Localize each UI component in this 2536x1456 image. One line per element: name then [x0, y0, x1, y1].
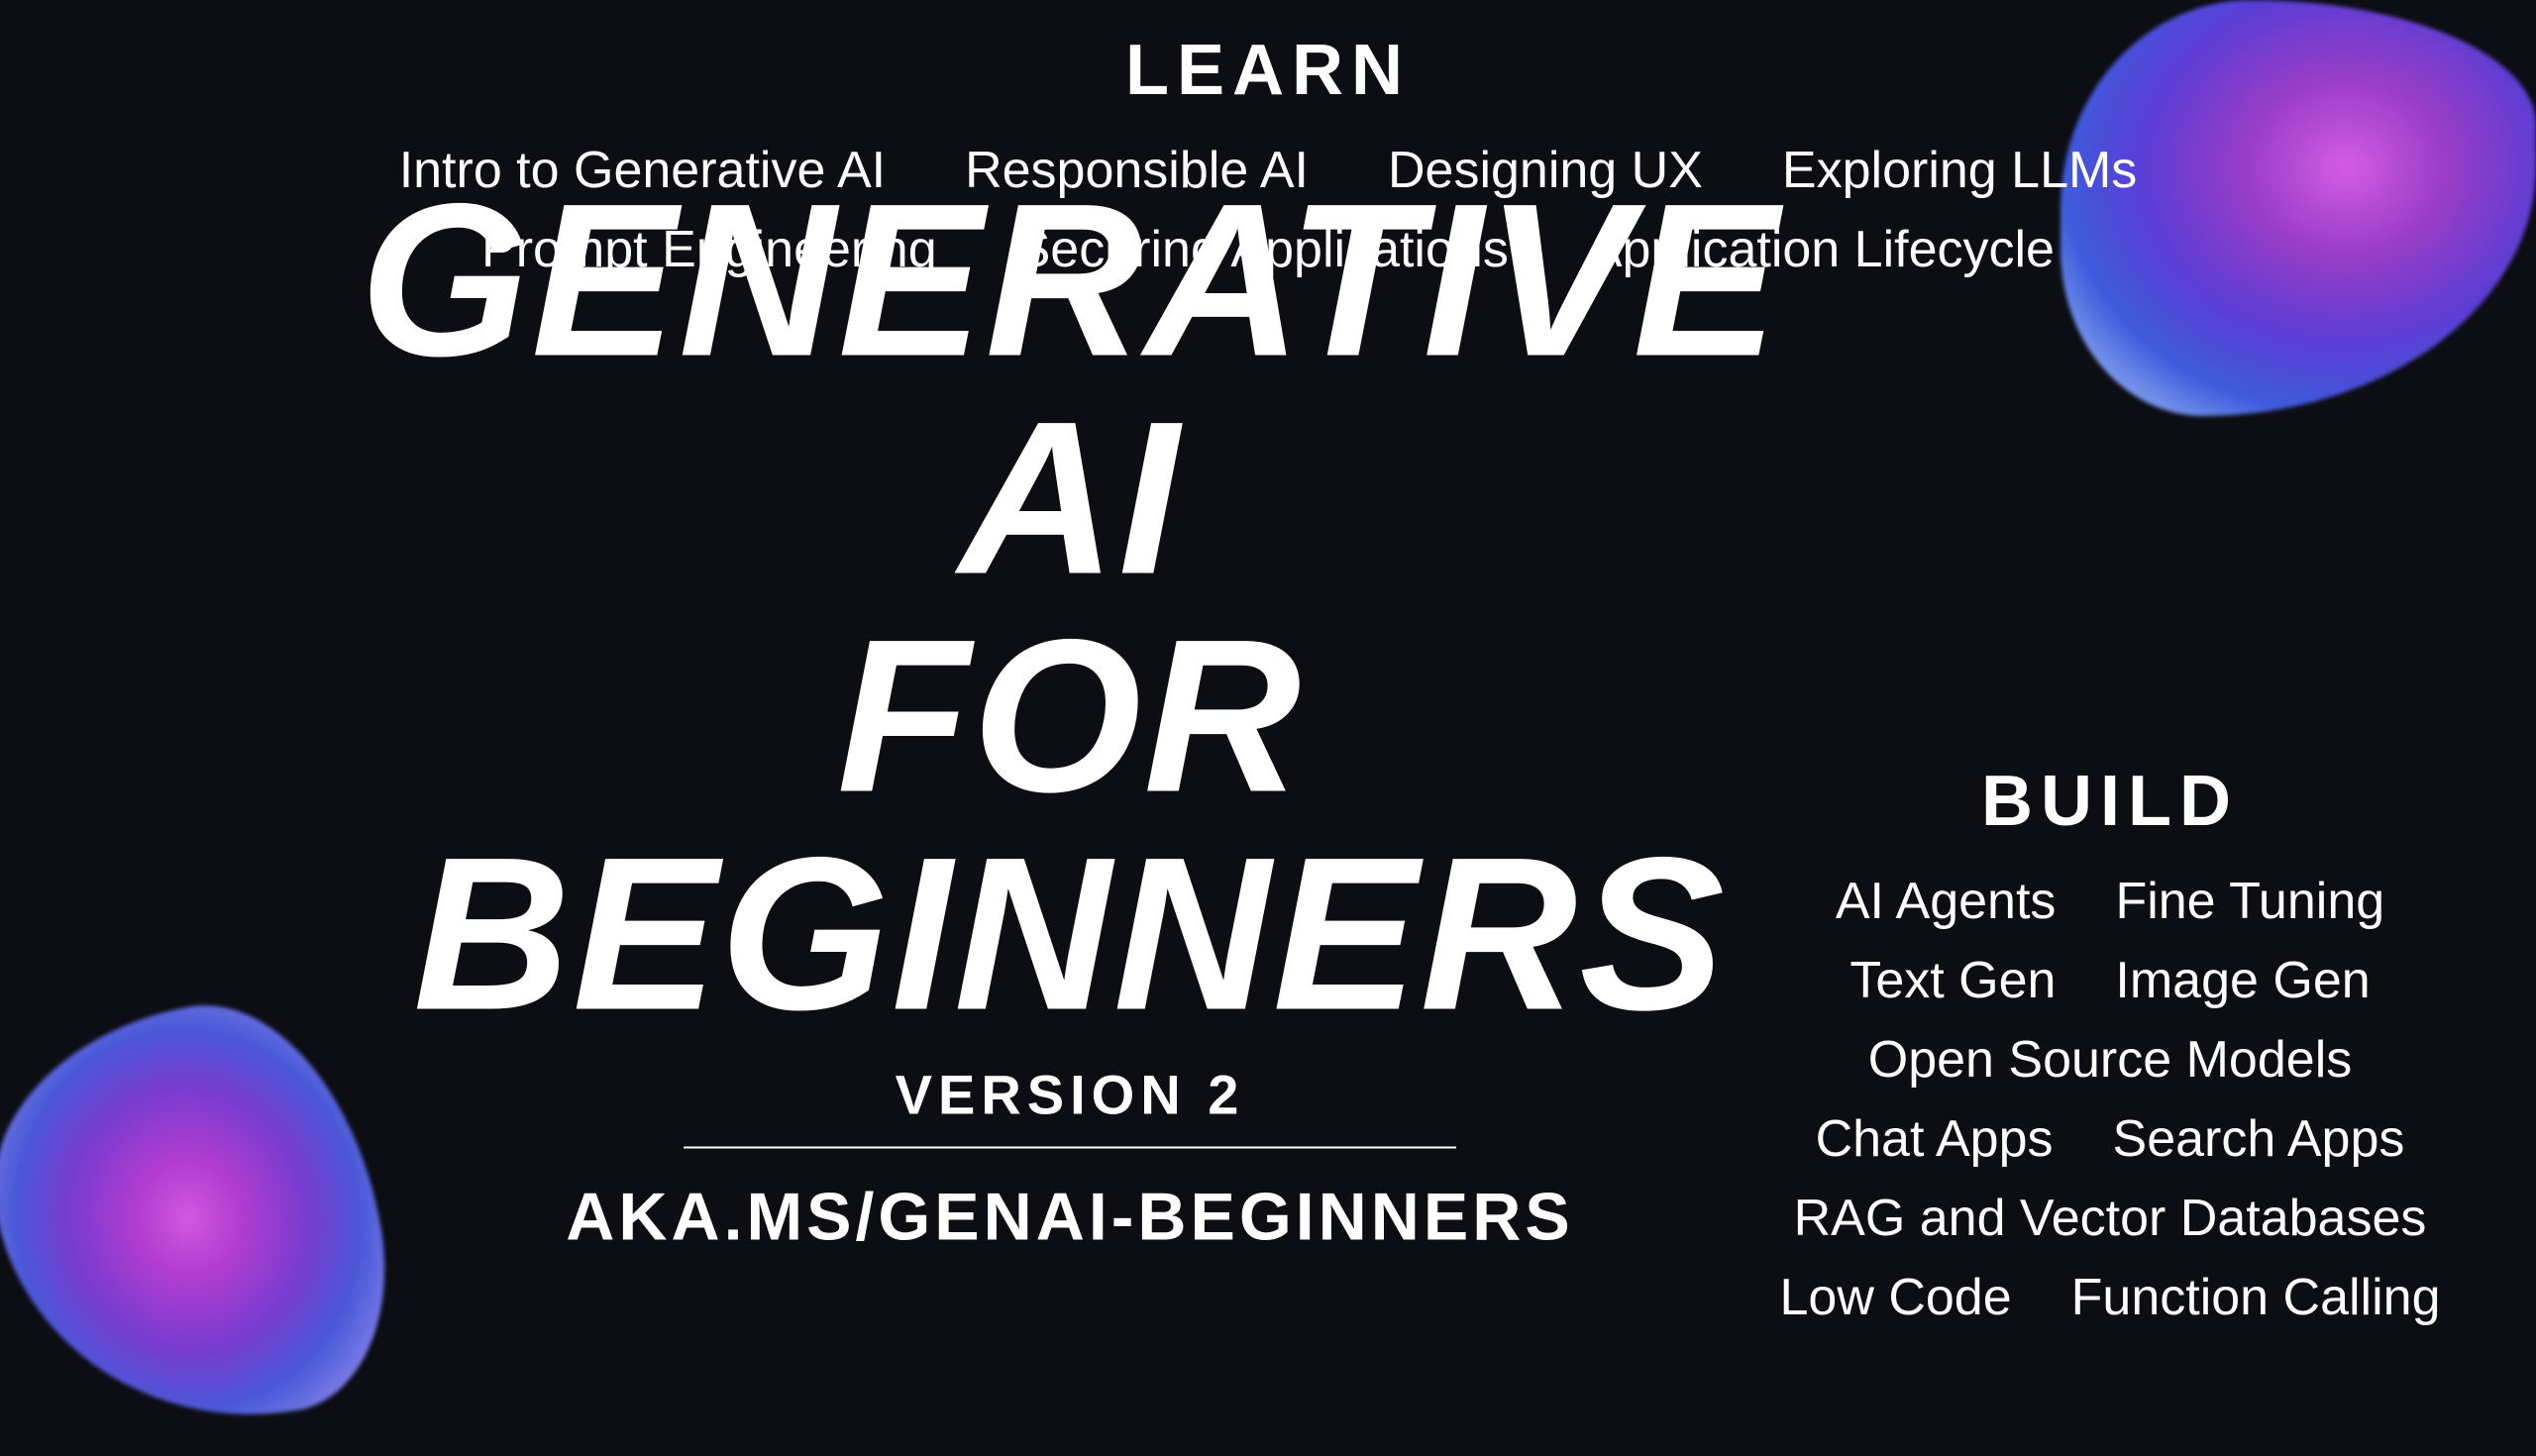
build-item-search-apps: Search Apps [2113, 1109, 2405, 1169]
build-item-image-gen: Image Gen [2115, 951, 2370, 1010]
build-item-fine-tuning: Fine Tuning [2115, 872, 2384, 931]
build-item-chat-apps: Chat Apps [1816, 1109, 2054, 1169]
build-item-function-calling: Function Calling [2071, 1268, 2441, 1327]
learn-title: LEARN [0, 30, 2536, 111]
build-row-1: AI Agents Fine Tuning [1763, 872, 2457, 931]
url-label: AKA.MS/GENAI-BEGINNERS [337, 1179, 1803, 1256]
divider [684, 1147, 1456, 1149]
build-item-rag: RAG and Vector Databases [1763, 1189, 2457, 1248]
title-line-1: GENERATIVE AI [337, 171, 1803, 607]
build-row-4: Chat Apps Search Apps [1763, 1109, 2457, 1169]
build-title: BUILD [1763, 761, 2457, 842]
title-line-3: BEGINNERS [337, 825, 1803, 1043]
version-label: VERSION 2 [337, 1063, 1803, 1127]
build-item-text-gen: Text Gen [1849, 951, 2056, 1010]
build-row-2: Text Gen Image Gen [1763, 951, 2457, 1010]
build-section: BUILD AI Agents Fine Tuning Text Gen Ima… [1763, 761, 2457, 1347]
title-line-2: FOR [337, 607, 1803, 825]
build-item-open-source: Open Source Models [1763, 1030, 2457, 1090]
learn-item-llms: Exploring LLMs [1782, 141, 2137, 200]
build-item-agents: AI Agents [1836, 872, 2057, 931]
build-row-6: Low Code Function Calling [1763, 1268, 2457, 1327]
blob-decoration-bottom-left [0, 1010, 376, 1426]
build-item-low-code: Low Code [1779, 1268, 2011, 1327]
main-title: GENERATIVE AI FOR BEGINNERS [337, 171, 1803, 1043]
main-title-container: GENERATIVE AI FOR BEGINNERS VERSION 2 AK… [337, 171, 1803, 1256]
